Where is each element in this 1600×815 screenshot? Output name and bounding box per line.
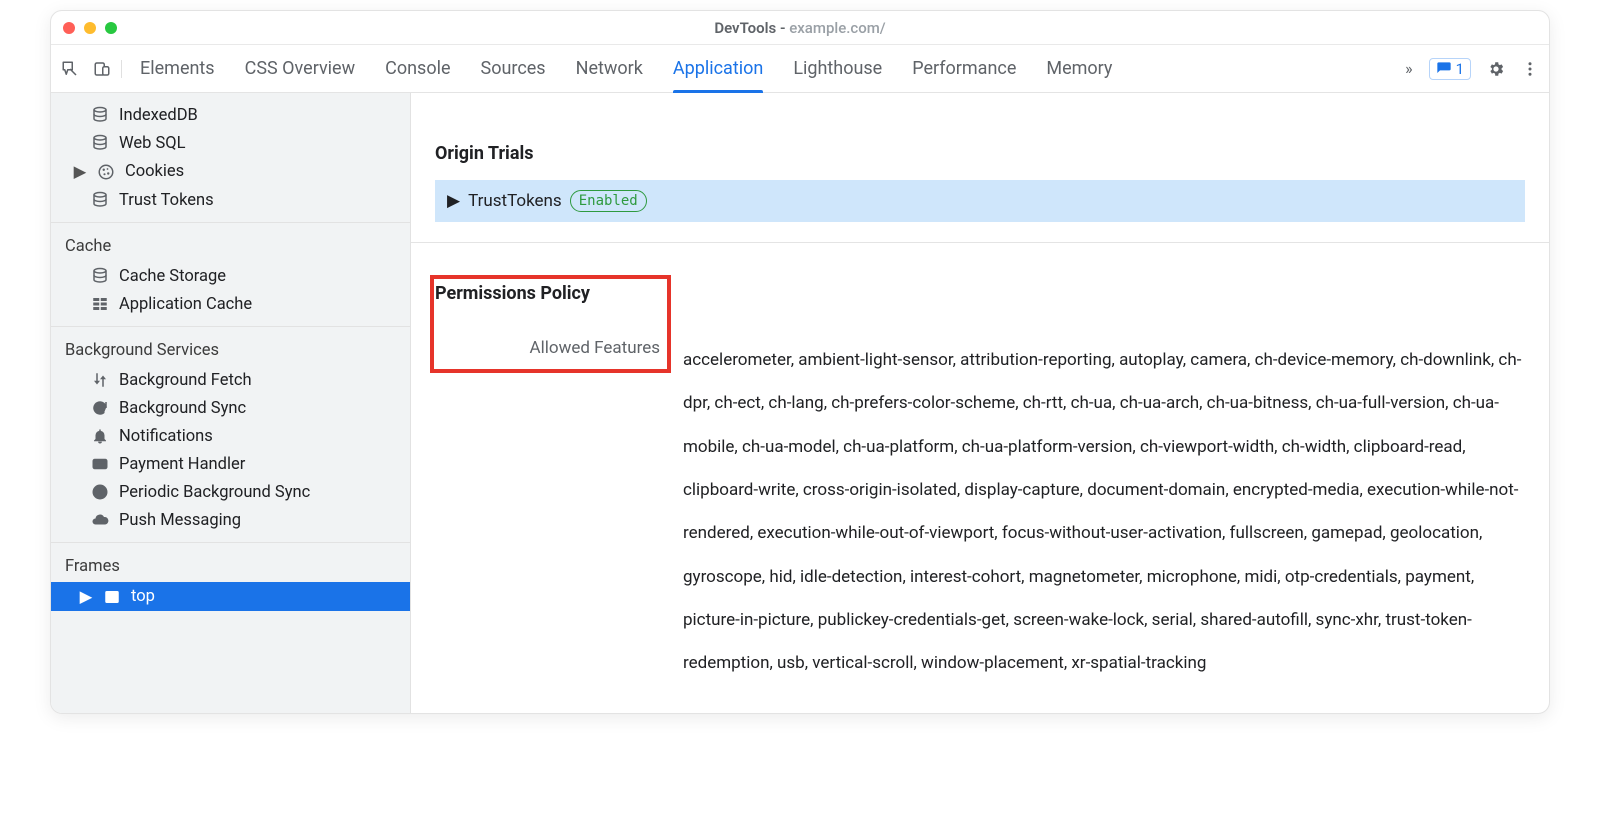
window-controls (63, 22, 117, 34)
permissions-policy-section: Permissions Policy Allowed Features acce… (435, 283, 1525, 686)
titlebar: DevTools - example.com/ (51, 11, 1549, 45)
frame-detail-panel: Origin Trials ▶ TrustTokens Enabled Perm… (411, 93, 1549, 713)
sidebar-item-label: Trust Tokens (119, 191, 214, 210)
window-title: DevTools - example.com/ (51, 19, 1549, 37)
panel-body: IndexedDB Web SQL ▶ Cookies Trust Tokens (51, 93, 1549, 713)
sidebar-group-title: Frames (51, 551, 410, 582)
title-separator: - (776, 19, 789, 37)
sidebar-item-label: Cache Storage (119, 267, 226, 286)
sidebar-item-label: Push Messaging (119, 511, 241, 530)
sidebar-item-label: top (131, 587, 155, 606)
tab-network[interactable]: Network (576, 45, 643, 92)
sidebar-item-label: Cookies (125, 162, 184, 181)
issues-badge[interactable]: 1 (1429, 58, 1471, 80)
sidebar-item-background-fetch[interactable]: Background Fetch (51, 366, 410, 394)
sidebar-item-websql[interactable]: Web SQL (51, 129, 410, 157)
sidebar-item-label: IndexedDB (119, 106, 198, 125)
sidebar-item-label: Web SQL (119, 134, 186, 153)
tab-application[interactable]: Application (673, 45, 763, 92)
tab-css-overview[interactable]: CSS Overview (245, 45, 356, 92)
tab-memory[interactable]: Memory (1046, 45, 1112, 92)
permissions-policy-heading: Permissions Policy (435, 283, 663, 304)
sidebar-item-periodic-background-sync[interactable]: Periodic Background Sync (51, 478, 410, 506)
sidebar-item-frame-top[interactable]: ▶ top (51, 582, 410, 611)
sidebar-group-title: Background Services (51, 335, 410, 366)
sidebar-item-label: Background Sync (119, 399, 246, 418)
sidebar-group-cache: Cache Cache Storage Application Cache (51, 223, 410, 327)
expand-triangle-icon[interactable]: ▶ (447, 191, 460, 211)
origin-trials-heading: Origin Trials (435, 143, 1525, 164)
minimize-window-button[interactable] (84, 22, 96, 34)
allowed-features-label: Allowed Features (435, 338, 663, 358)
sidebar-item-trust-tokens[interactable]: Trust Tokens (51, 186, 410, 214)
tab-sources[interactable]: Sources (481, 45, 546, 92)
sidebar-item-payment-handler[interactable]: Payment Handler (51, 450, 410, 478)
panel-tabs: Elements CSS Overview Console Sources Ne… (140, 45, 1393, 92)
sidebar-item-push-messaging[interactable]: Push Messaging (51, 506, 410, 534)
app-name: DevTools (714, 19, 776, 37)
sidebar-item-indexeddb[interactable]: IndexedDB (51, 101, 410, 129)
sidebar-item-background-sync[interactable]: Background Sync (51, 394, 410, 422)
database-icon (91, 267, 109, 285)
application-sidebar: IndexedDB Web SQL ▶ Cookies Trust Tokens (51, 93, 411, 713)
database-icon (91, 106, 109, 124)
main-toolbar: Elements CSS Overview Console Sources Ne… (51, 45, 1549, 93)
devtools-window: DevTools - example.com/ Elements CSS Ove… (50, 10, 1550, 714)
settings-gear-icon[interactable] (1487, 60, 1505, 78)
transfer-icon (91, 371, 109, 389)
cloud-icon (91, 511, 109, 529)
cookie-icon (97, 163, 115, 181)
clock-icon (91, 483, 109, 501)
sidebar-item-label: Periodic Background Sync (119, 483, 310, 502)
credit-card-icon (91, 455, 109, 473)
origin-trial-row[interactable]: ▶ TrustTokens Enabled (435, 180, 1525, 222)
origin-trial-name: TrustTokens (468, 191, 562, 211)
kebab-menu-icon[interactable] (1521, 60, 1539, 78)
sidebar-item-application-cache[interactable]: Application Cache (51, 290, 410, 318)
tab-console[interactable]: Console (385, 45, 450, 92)
expand-triangle-icon[interactable]: ▶ (73, 162, 87, 182)
grid-icon (91, 295, 109, 313)
tab-lighthouse[interactable]: Lighthouse (793, 45, 882, 92)
divider (411, 242, 1549, 243)
sidebar-group-frames: Frames ▶ top (51, 543, 410, 611)
sidebar-item-label: Application Cache (119, 295, 252, 314)
sidebar-group-title: Cache (51, 231, 410, 262)
status-badge: Enabled (570, 190, 647, 212)
sidebar-item-cache-storage[interactable]: Cache Storage (51, 262, 410, 290)
expand-triangle-icon[interactable]: ▶ (79, 587, 93, 607)
device-toggle-icon[interactable] (93, 60, 111, 78)
tab-elements[interactable]: Elements (140, 45, 215, 92)
frame-icon (103, 588, 121, 606)
sidebar-item-label: Notifications (119, 427, 213, 446)
tab-performance[interactable]: Performance (912, 45, 1016, 92)
close-window-button[interactable] (63, 22, 75, 34)
database-icon (91, 134, 109, 152)
sync-icon (91, 399, 109, 417)
bell-icon (91, 427, 109, 445)
sidebar-item-notifications[interactable]: Notifications (51, 422, 410, 450)
more-tabs-icon[interactable]: » (1405, 59, 1413, 78)
sidebar-item-label: Payment Handler (119, 455, 245, 474)
sidebar-group-storage: IndexedDB Web SQL ▶ Cookies Trust Tokens (51, 93, 410, 223)
sidebar-group-background-services: Background Services Background Fetch Bac… (51, 327, 410, 543)
issues-count: 1 (1456, 60, 1464, 78)
allowed-features-value: accelerometer, ambient-light-sensor, att… (683, 283, 1525, 686)
sidebar-item-label: Background Fetch (119, 371, 252, 390)
maximize-window-button[interactable] (105, 22, 117, 34)
inspect-element-icon[interactable] (61, 60, 79, 78)
sidebar-item-cookies[interactable]: ▶ Cookies (51, 157, 410, 186)
page-domain: example.com/ (789, 19, 885, 37)
database-icon (91, 191, 109, 209)
